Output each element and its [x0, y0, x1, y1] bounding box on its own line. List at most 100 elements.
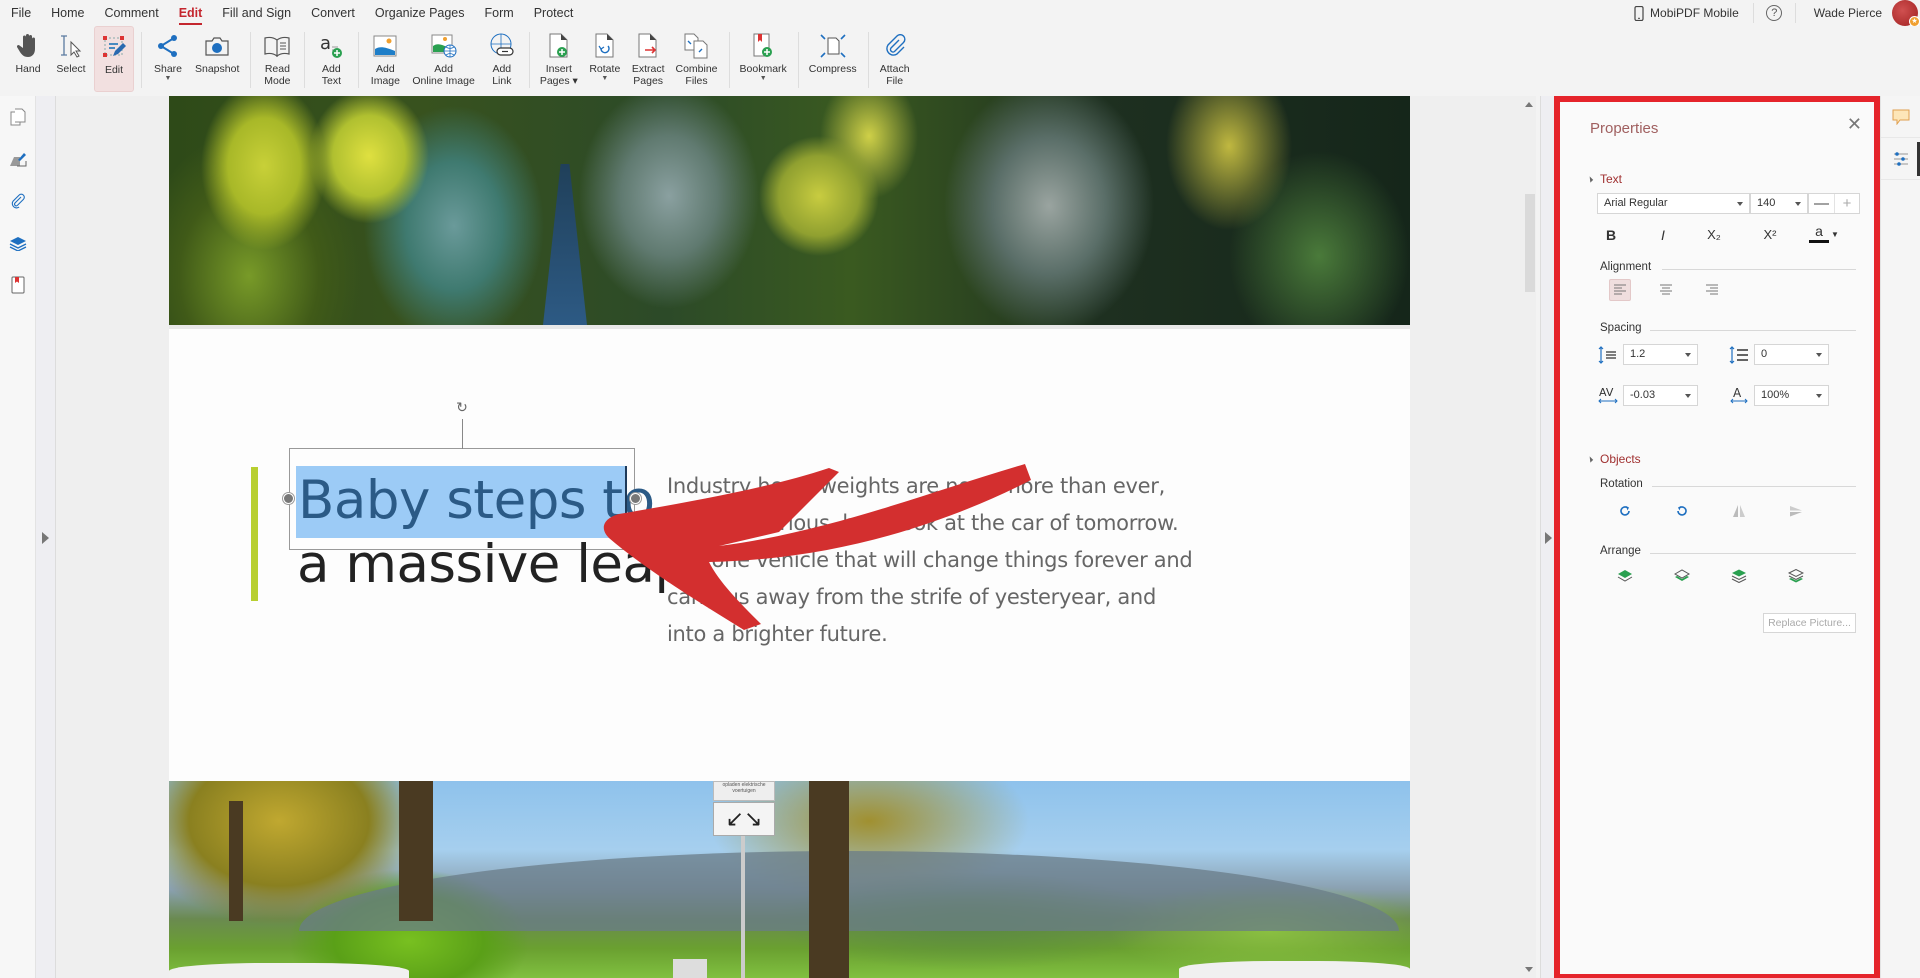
menu-form[interactable]: Form — [475, 0, 524, 26]
camera-icon — [205, 37, 229, 56]
menu-protect[interactable]: Protect — [524, 0, 584, 26]
flip-vertical-button[interactable] — [1785, 500, 1807, 522]
paragraph-spacing-dropdown[interactable]: 0 — [1754, 344, 1829, 365]
layers-button[interactable] — [0, 222, 36, 264]
image-icon — [373, 35, 397, 57]
divider — [1662, 269, 1856, 270]
insert-pages-button[interactable]: Insert Pages ▾ — [536, 26, 582, 92]
italic-button[interactable]: I — [1652, 224, 1674, 246]
red-arrow-annotation[interactable] — [569, 452, 1049, 632]
add-online-image-button[interactable]: Add Online Image — [408, 26, 478, 92]
extract-pages-button[interactable]: Extract Pages — [628, 26, 669, 92]
book-open-icon — [264, 36, 290, 57]
left-sidebar — [0, 96, 36, 978]
combine-files-label: Combine Files — [675, 63, 718, 87]
combine-files-button[interactable]: Combine Files — [672, 26, 722, 92]
font-size-dropdown[interactable]: 140 — [1750, 193, 1808, 214]
decrease-font-button[interactable]: — — [1809, 194, 1834, 213]
menu-file[interactable]: File — [0, 0, 41, 26]
share-button[interactable]: Share ▼ — [148, 26, 188, 92]
add-link-button[interactable]: Add Link — [482, 26, 522, 92]
left-panel-toggle[interactable] — [36, 96, 56, 978]
line-spacing-dropdown[interactable]: 1.2 — [1623, 344, 1698, 365]
scroll-down-icon[interactable] — [1525, 967, 1533, 972]
menu-organize-pages[interactable]: Organize Pages — [365, 0, 475, 26]
add-image-button[interactable]: Add Image — [365, 26, 405, 92]
bookmark-button[interactable]: Bookmark ▼ — [736, 26, 791, 92]
bookmark-icon — [11, 276, 25, 294]
font-size-stepper[interactable]: — + — [1808, 193, 1860, 214]
objects-section-header[interactable]: Objects — [1586, 452, 1641, 466]
forest-aerial-image[interactable] — [169, 96, 1410, 325]
properties-title: Properties — [1590, 120, 1659, 137]
read-mode-button[interactable]: Read Mode — [257, 26, 297, 92]
bookmark-icon — [753, 33, 773, 57]
attachments-button[interactable] — [0, 180, 36, 222]
font-family-dropdown[interactable]: Arial Regular — [1597, 193, 1750, 214]
send-to-back-button[interactable] — [1671, 565, 1693, 587]
menu-convert[interactable]: Convert — [301, 0, 365, 26]
format-row: B I X₂ X² a ▼ — [1597, 224, 1867, 246]
rotate-handle-icon[interactable]: ↻ — [454, 399, 470, 415]
help-button[interactable]: ? — [1754, 3, 1796, 23]
tree-trunk — [399, 781, 433, 921]
countryside-ev-image[interactable]: opladen elektrische voertuigen ↙↘ — [169, 781, 1410, 978]
divider — [1652, 486, 1856, 487]
align-right-button[interactable] — [1701, 279, 1723, 301]
mobile-app-label: MobiPDF Mobile — [1650, 6, 1739, 20]
online-image-icon — [431, 34, 457, 58]
edit-label: Edit — [104, 64, 124, 76]
ribbon-separator — [304, 32, 306, 88]
menu-home[interactable]: Home — [41, 0, 94, 26]
mobile-app-button[interactable]: MobiPDF Mobile — [1620, 3, 1754, 23]
horizontal-scale-dropdown[interactable]: 100% — [1754, 385, 1829, 406]
menu-comment[interactable]: Comment — [95, 0, 169, 26]
bring-forward-button[interactable] — [1728, 565, 1750, 587]
avatar[interactable]: ★ — [1892, 0, 1920, 27]
pages-thumbnail-button[interactable] — [0, 96, 36, 138]
superscript-button[interactable]: X² — [1759, 224, 1781, 246]
bring-to-front-button[interactable] — [1614, 565, 1636, 587]
select-tool-button[interactable]: Select — [51, 26, 91, 92]
align-left-button[interactable] — [1609, 279, 1631, 301]
signatures-button[interactable] — [0, 138, 36, 180]
bold-button[interactable]: B — [1600, 224, 1622, 246]
close-icon[interactable]: ✕ — [1847, 114, 1862, 135]
character-spacing-dropdown[interactable]: -0.03 — [1623, 385, 1698, 406]
text-section-header[interactable]: Text — [1586, 172, 1622, 186]
rotate-button[interactable]: Rotate ▼ — [585, 26, 625, 92]
snapshot-button[interactable]: Snapshot — [191, 26, 243, 92]
resize-handle-left[interactable] — [283, 493, 294, 504]
properties-panel-button[interactable] — [1881, 138, 1920, 180]
document-scrollbar[interactable] — [1522, 96, 1536, 978]
user-name[interactable]: Wade Pierce — [1796, 6, 1892, 20]
send-backward-button[interactable] — [1785, 565, 1807, 587]
add-text-button[interactable]: a Add Text — [311, 26, 351, 92]
menu-fill-and-sign[interactable]: Fill and Sign — [212, 0, 301, 26]
text-color-dropdown-icon[interactable]: ▼ — [1829, 224, 1841, 246]
compress-button[interactable]: Compress — [805, 26, 861, 92]
edit-tool-button[interactable]: Edit — [94, 26, 134, 92]
align-center-button[interactable] — [1655, 279, 1677, 301]
text-color-button[interactable]: a — [1809, 224, 1829, 243]
comments-panel-button[interactable] — [1881, 96, 1920, 138]
rotate-counterclockwise-button[interactable] — [1671, 500, 1693, 522]
pdf-page: ↻ Baby steps to a massive leap Industry … — [169, 96, 1410, 978]
rotate-page-icon — [595, 33, 614, 58]
flip-horizontal-button[interactable] — [1728, 500, 1750, 522]
hand-tool-button[interactable]: Hand — [8, 26, 48, 92]
insert-page-icon — [549, 33, 568, 58]
paperclip-icon — [11, 193, 25, 209]
bookmarks-button[interactable] — [0, 264, 36, 306]
rotate-clockwise-button[interactable] — [1614, 500, 1636, 522]
attach-file-button[interactable]: Attach File — [875, 26, 915, 92]
scroll-up-icon[interactable] — [1525, 102, 1533, 107]
subscript-button[interactable]: X₂ — [1703, 224, 1725, 246]
alignment-label: Alignment — [1600, 261, 1652, 273]
increase-font-button[interactable]: + — [1834, 194, 1859, 213]
menu-edit[interactable]: Edit — [169, 0, 213, 26]
flip-vertical-icon — [1790, 506, 1802, 517]
right-panel-toggle[interactable] — [1540, 96, 1554, 978]
scrollbar-thumb[interactable] — [1525, 194, 1535, 292]
replace-picture-button[interactable]: Replace Picture... — [1763, 613, 1856, 633]
